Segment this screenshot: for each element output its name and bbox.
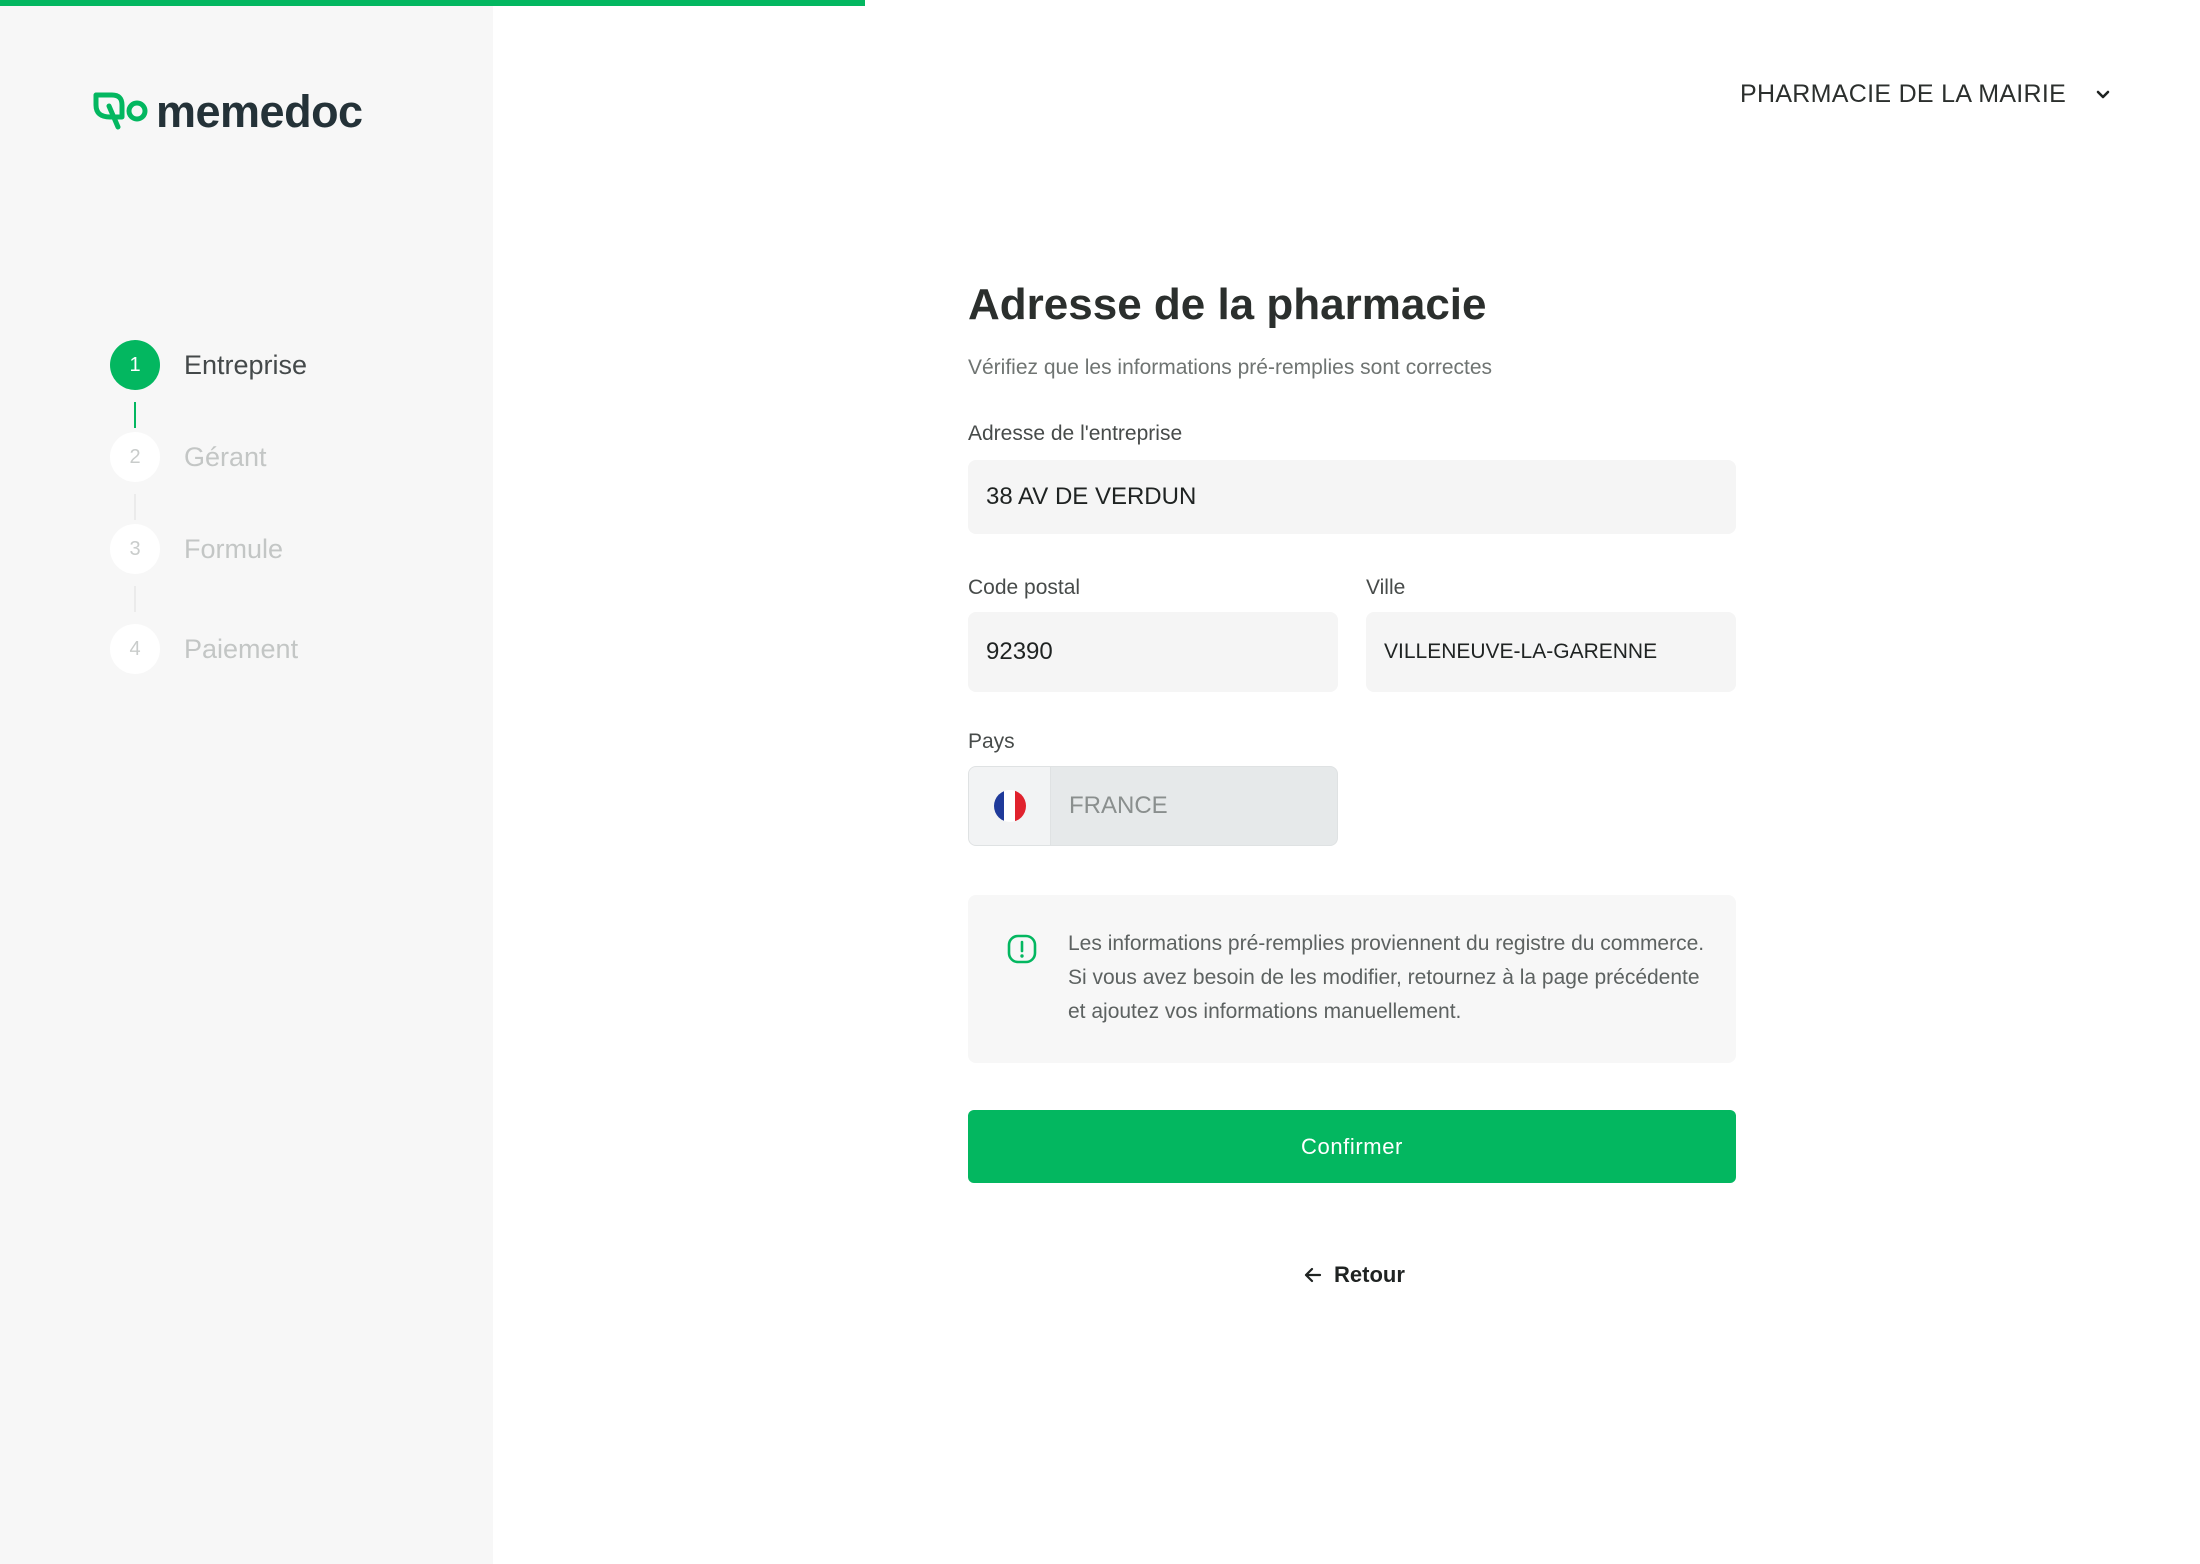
logo-icon [93, 92, 148, 130]
logo-text: memedoc [156, 86, 363, 137]
postal-code-label: Code postal [968, 576, 1081, 599]
city-label: Ville [1366, 576, 1406, 599]
address-field[interactable]: 38 AV DE VERDUN [968, 460, 1736, 534]
country-field[interactable]: FRANCE [968, 766, 1338, 846]
step-connector [134, 402, 136, 428]
step-number: 1 [110, 340, 160, 390]
onboarding-page: memedoc 1 Entreprise 2 Gérant 3 Formule … [0, 0, 2200, 1564]
step-gerant[interactable]: 2 Gérant [110, 432, 267, 482]
step-number: 3 [110, 524, 160, 574]
pharmacy-selector[interactable]: PHARMACIE DE LA MAIRIE [1740, 80, 2112, 109]
sidebar: memedoc 1 Entreprise 2 Gérant 3 Formule … [0, 6, 493, 1564]
step-connector [134, 494, 136, 520]
info-notice: Les informations pré-remplies proviennen… [968, 895, 1736, 1063]
arrow-left-icon [1304, 1267, 1322, 1283]
country-value: FRANCE [1069, 792, 1168, 819]
step-number: 4 [110, 624, 160, 674]
step-label: Gérant [184, 441, 267, 472]
step-paiement[interactable]: 4 Paiement [110, 624, 298, 674]
confirm-button[interactable]: Confirmer [968, 1110, 1736, 1183]
step-formule[interactable]: 3 Formule [110, 524, 283, 574]
step-connector [134, 586, 136, 612]
page-title: Adresse de la pharmacie [968, 280, 1487, 329]
address-label: Adresse de l'entreprise [968, 422, 1183, 445]
back-label: Retour [1334, 1262, 1405, 1287]
chevron-down-icon [2096, 90, 2110, 98]
postal-code-field[interactable]: 92390 [968, 612, 1338, 692]
info-text: Les informations pré-remplies proviennen… [1068, 932, 1705, 1023]
info-icon [1007, 934, 1037, 964]
step-number: 2 [110, 432, 160, 482]
step-label: Entreprise [184, 349, 308, 380]
flag-box [969, 767, 1051, 845]
step-entreprise[interactable]: 1 Entreprise [110, 340, 307, 390]
back-link[interactable]: Retour [1302, 1262, 1405, 1288]
pharmacy-name: PHARMACIE DE LA MAIRIE [1740, 80, 2067, 108]
logo[interactable]: memedoc [92, 86, 363, 138]
page-subtitle: Vérifiez que les informations pré-rempli… [968, 356, 1493, 379]
france-flag-icon [993, 790, 1026, 822]
step-label: Formule [184, 533, 284, 564]
city-field[interactable]: VILLENEUVE-LA-GARENNE [1366, 612, 1736, 692]
step-label: Paiement [184, 633, 299, 664]
country-label: Pays [968, 730, 1015, 753]
